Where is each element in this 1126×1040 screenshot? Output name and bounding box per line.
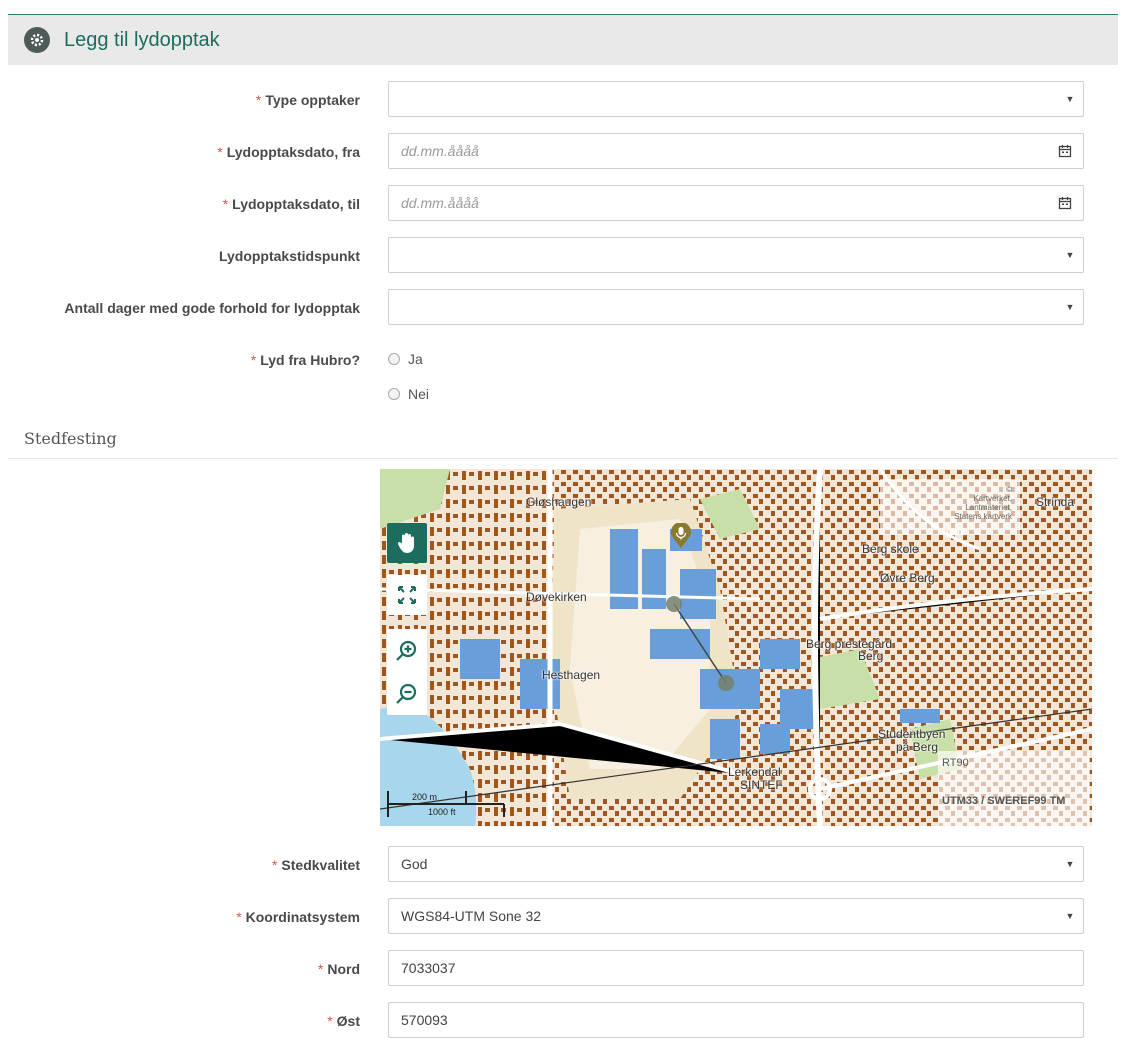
- panel-title: Legg til lydopptak: [64, 28, 220, 51]
- dato-fra-placeholder: dd.mm.åååå: [401, 143, 479, 159]
- map-label-berg: Berg: [858, 649, 884, 663]
- map-label-lerkendal: Lerkendal: [728, 765, 781, 779]
- type-opptaker-label: * Type opptaker: [255, 92, 360, 108]
- panel-header: Legg til lydopptak: [8, 15, 1118, 65]
- type-opptaker-row: * Type opptaker ▼: [0, 81, 1126, 119]
- hubro-option-ja-label: Ja: [408, 351, 423, 367]
- fullscreen-icon[interactable]: [387, 575, 427, 615]
- chevron-down-icon: ▼: [1065, 859, 1075, 869]
- section-divider: [8, 458, 1118, 459]
- stedkvalitet-label: * Stedkvalitet: [271, 857, 360, 873]
- map-label-berg-skole: Berg skole: [862, 542, 919, 556]
- ost-value: 570093: [401, 1012, 448, 1028]
- pan-hand-icon[interactable]: [387, 523, 427, 563]
- microphone-marker-icon[interactable]: [670, 522, 692, 549]
- chevron-down-icon: ▼: [1065, 911, 1075, 921]
- nord-label: * Nord: [317, 961, 360, 977]
- ost-label: * Øst: [327, 1013, 360, 1029]
- koordinatsystem-row: * Koordinatsystem WGS84-UTM Sone 32 ▼: [0, 898, 1126, 936]
- chevron-down-icon: ▼: [1065, 302, 1075, 312]
- koordinatsystem-select[interactable]: WGS84-UTM Sone 32 ▼: [388, 898, 1084, 934]
- zoom-in-icon[interactable]: [395, 629, 419, 672]
- type-opptaker-select[interactable]: ▼: [388, 81, 1084, 117]
- radio-button[interactable]: [388, 353, 400, 365]
- hubro-option-nei[interactable]: Nei: [388, 383, 429, 405]
- chevron-down-icon: ▼: [1065, 94, 1075, 104]
- required-marker: *: [236, 909, 242, 925]
- hubro-row: * Lyd fra Hubro?: [0, 341, 1126, 379]
- projection-option-utm33[interactable]: UTM33 / SWEREF99 TM: [942, 795, 1065, 807]
- map-label-gloshaugen: Gløshaugen: [526, 495, 592, 509]
- required-marker: *: [317, 961, 324, 977]
- ost-row: * Øst 570093: [0, 1002, 1126, 1040]
- dato-til-row: * Lydopptaksdato, til dd.mm.åååå: [0, 185, 1126, 223]
- map-label-dovekirken: Døvekirken: [526, 590, 587, 604]
- dato-til-placeholder: dd.mm.åååå: [401, 195, 479, 211]
- map-attribution: © Kartverket, Lantmäteriet, Statens kart…: [880, 479, 1020, 535]
- stedkvalitet-select[interactable]: God ▼: [388, 846, 1084, 882]
- antall-dager-label: Antall dager med gode forhold for lydopp…: [64, 300, 360, 316]
- nord-row: * Nord 7033037: [0, 950, 1126, 988]
- tidspunkt-label: Lydopptakstidspunkt: [218, 248, 360, 264]
- chevron-down-icon: ▼: [1065, 250, 1075, 260]
- stedkvalitet-value: God: [401, 856, 428, 872]
- dato-fra-row: * Lydopptaksdato, fra dd.mm.åååå: [0, 133, 1126, 171]
- koordinatsystem-label: * Koordinatsystem: [236, 909, 360, 925]
- calendar-icon[interactable]: [1047, 186, 1083, 220]
- calendar-icon[interactable]: [1047, 134, 1083, 168]
- map-label-pa-berg: på Berg: [896, 740, 939, 754]
- required-marker: *: [222, 196, 229, 212]
- required-marker: *: [217, 144, 223, 160]
- zoom-controls: [387, 629, 427, 715]
- dato-fra-input[interactable]: dd.mm.åååå: [388, 133, 1084, 169]
- tidspunkt-select[interactable]: ▼: [388, 237, 1084, 273]
- projection-option-rt90[interactable]: RT90: [942, 757, 969, 769]
- map-scale-bar: 200 m 1000 ft: [386, 787, 506, 821]
- nord-input[interactable]: 7033037: [388, 950, 1084, 986]
- nord-value: 7033037: [401, 960, 456, 976]
- antall-dager-select[interactable]: ▼: [388, 289, 1084, 325]
- map-view[interactable]: Gløshaugen Døvekirken Hesthagen Berg sko…: [380, 469, 1092, 826]
- stedkvalitet-row: * Stedkvalitet God ▼: [0, 846, 1126, 884]
- projection-switcher: RT90 UTM33 / SWEREF99 TM: [938, 751, 1090, 826]
- dato-til-input[interactable]: dd.mm.åååå: [388, 185, 1084, 221]
- required-marker: *: [250, 352, 257, 368]
- tidspunkt-row: Lydopptakstidspunkt ▼: [0, 237, 1126, 275]
- scale-metric-label: 200 m: [412, 792, 438, 802]
- map-label-strinda: Strinda: [1036, 495, 1075, 509]
- required-marker: *: [327, 1013, 333, 1029]
- zoom-out-icon[interactable]: [395, 672, 419, 715]
- required-marker: *: [271, 857, 278, 873]
- map-label-sintef: SINTEF: [740, 778, 783, 792]
- scale-imperial-label: 1000 ft: [428, 807, 456, 817]
- section-title-stedfesting: Stedfesting: [24, 429, 117, 448]
- antall-dager-row: Antall dager med gode forhold for lydopp…: [0, 289, 1126, 327]
- map-label-studentbyen: Studentbyen: [878, 727, 946, 741]
- map-label-hesthagen: Hesthagen: [542, 668, 601, 682]
- radio-button[interactable]: [388, 388, 400, 400]
- required-marker: *: [255, 92, 262, 108]
- dato-fra-label: * Lydopptaksdato, fra: [217, 144, 360, 160]
- hubro-option-nei-label: Nei: [408, 386, 430, 402]
- hubro-label: * Lyd fra Hubro?: [250, 352, 360, 368]
- gear-icon: [24, 27, 50, 53]
- ost-input[interactable]: 570093: [388, 1002, 1084, 1038]
- hubro-option-ja[interactable]: Ja: [388, 348, 423, 370]
- map-label-ovre-berg: Øvre Berg: [880, 571, 935, 585]
- koordinatsystem-value: WGS84-UTM Sone 32: [401, 908, 542, 924]
- dato-til-label: * Lydopptaksdato, til: [222, 196, 360, 212]
